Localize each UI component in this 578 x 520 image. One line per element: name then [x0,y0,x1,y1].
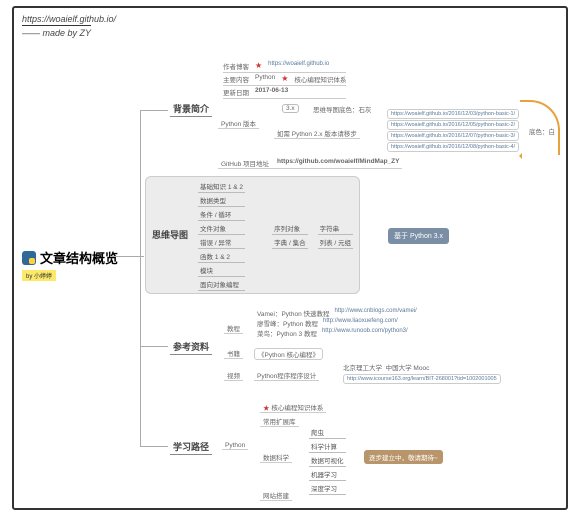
conn4 [140,446,168,447]
mi-0: 基础知识 1 & 2 [198,180,245,193]
note-bg: 思维导图底色：石灰 [310,104,375,114]
l-author: 作者博客 [223,61,249,71]
p-r3: 网站搭建 [260,490,292,501]
v-2x: 如需 Python 2.x 版本请移步 [274,128,360,139]
mi-5: 函数 1 & 2 [198,250,245,263]
l-tut: 教程 [224,323,243,334]
bg-rows: 作者博客 ★ https://woaielf.github.io 主要内容 Pytho… [220,60,349,99]
pi-4: 深度学习 [309,482,346,495]
tut-c: 菜鸟：Python 3 教程 [257,328,317,338]
header-url[interactable]: https://woaielf.github.io/ [22,14,116,24]
mi-4: 错误 / 异常 [198,236,245,249]
l-book: 书籍 [224,348,243,359]
pylink-1[interactable]: https://woaielf.github.io/2016/12/03/pyt… [387,109,519,119]
badge-py3: 基于 Python 3.x [388,228,449,244]
ms-c: 字典 / 集合 [272,236,307,249]
v-vid: Python程序程序设计 [254,370,319,381]
p-r2: 常用扩展库 [260,416,299,427]
p-sub: 数据科学 [260,452,292,463]
section-bg[interactable]: 背景简介 [170,102,212,117]
v-github[interactable]: https://github.com/woaielf/MindMap_ZY [277,158,399,168]
l-content: 主要内容 [223,74,249,84]
root-node[interactable]: 文章结构概览 [22,248,118,267]
v-book: 《Python 核心编程》 [254,348,323,360]
vid-b: 中国大学 Mooc [386,365,430,372]
pi-0: 爬虫 [309,426,346,439]
author-url[interactable]: https://woaielf.github.io [268,61,329,71]
root-title: 文章结构概览 [40,248,118,267]
mi-7: 面向对象编程 [198,278,245,291]
ms-a: 字符串 [318,222,353,235]
mi-2: 条件 / 循环 [198,208,245,221]
conn2 [140,110,168,111]
mind-sub: 序列对象 字典 / 集合 [272,222,307,249]
ms-k: 序列对象 [272,222,307,235]
tut-b: 廖雪峰：Python 教程 [257,318,318,328]
l-pyver: Python 版本 [218,118,259,129]
mi-1: 数据类型 [198,194,245,207]
v-python: Python [255,74,275,84]
v-date: 2017-06-13 [255,87,288,97]
star-icon-2: ★ [281,74,288,84]
pi-3: 机器学习 [309,468,346,481]
vid-a: 北京理工大学 [343,365,382,372]
l-vid: 视频 [224,370,243,381]
mi-6: 模块 [198,264,245,277]
mindmap-box: 思维导图 基础知识 1 & 2 数据类型 条件 / 循环 文件对象 错误 / 异… [145,176,360,294]
section-path[interactable]: 学习路径 [170,440,212,455]
tut-a: Vamei：Python 快速教程 [257,308,329,318]
section-ref[interactable]: 参考资料 [170,340,212,355]
badge-wip: 逐步建立中，敬请期待~ [364,450,443,464]
tut-al[interactable]: http://www.cnblogs.com/vamei/ [334,308,416,318]
pylink-2[interactable]: https://woaielf.github.io/2016/12/05/pyt… [387,120,519,130]
python-icon [22,251,36,265]
tut-rows: Vamei：Python 快速教程 http://www.cnblogs.com/… [254,308,420,338]
link-col: https://woaielf.github.io/2016/12/03/pyt… [384,108,522,153]
tut-cl[interactable]: http://www.runoob.com/python3/ [322,328,408,338]
conn [110,256,144,257]
conn3 [140,346,168,347]
v-sys: 核心编程知识体系 [294,74,346,84]
pylink-4[interactable]: https://woaielf.github.io/2016/12/08/pyt… [387,142,519,152]
star-icon: ★ [255,61,262,71]
header-credit: —— made by ZY [22,25,91,38]
vid-meta: 北京理工大学 中国大学 Mooc http://www.icourse163.o… [340,362,504,385]
v-3x: 3.x [282,104,299,113]
section-mind[interactable]: 思维导图 [152,228,188,242]
mind-list: 基础知识 1 & 2 数据类型 条件 / 循环 文件对象 错误 / 异常 函数 … [198,180,245,291]
tut-bl[interactable]: http://www.liaoxuefeng.com/ [323,318,398,328]
pi-2: 数据可视化 [309,454,346,467]
pi-1: 科学计算 [309,440,346,453]
p-r1: ★ 核心编程知识体系 [260,402,326,413]
row-github: GitHub 项目地址 https://github.com/woaielf/M… [218,158,402,169]
p-py: Python [222,442,248,450]
vconn [140,110,141,446]
p-r1-t: 核心编程知识体系 [271,405,323,412]
header: https://woaielf.github.io/ —— made by ZY [22,14,116,38]
mind-sub2: 字符串 列表 / 元组 [318,222,353,249]
mi-3: 文件对象 [198,222,245,235]
ms-b: 列表 / 元组 [318,236,353,249]
p-items: 爬虫 科学计算 数据可视化 机器学习 深度学习 [306,426,349,495]
vid-link[interactable]: http://www.icourse163.org/learn/BIT-2680… [343,374,501,384]
pylink-3[interactable]: https://woaielf.github.io/2016/12/07/pyt… [387,131,519,141]
l-date: 更新日期 [223,87,249,97]
l-github: GitHub 项目地址 [221,158,269,168]
credit-badge: by 小婷婷 [22,270,56,281]
